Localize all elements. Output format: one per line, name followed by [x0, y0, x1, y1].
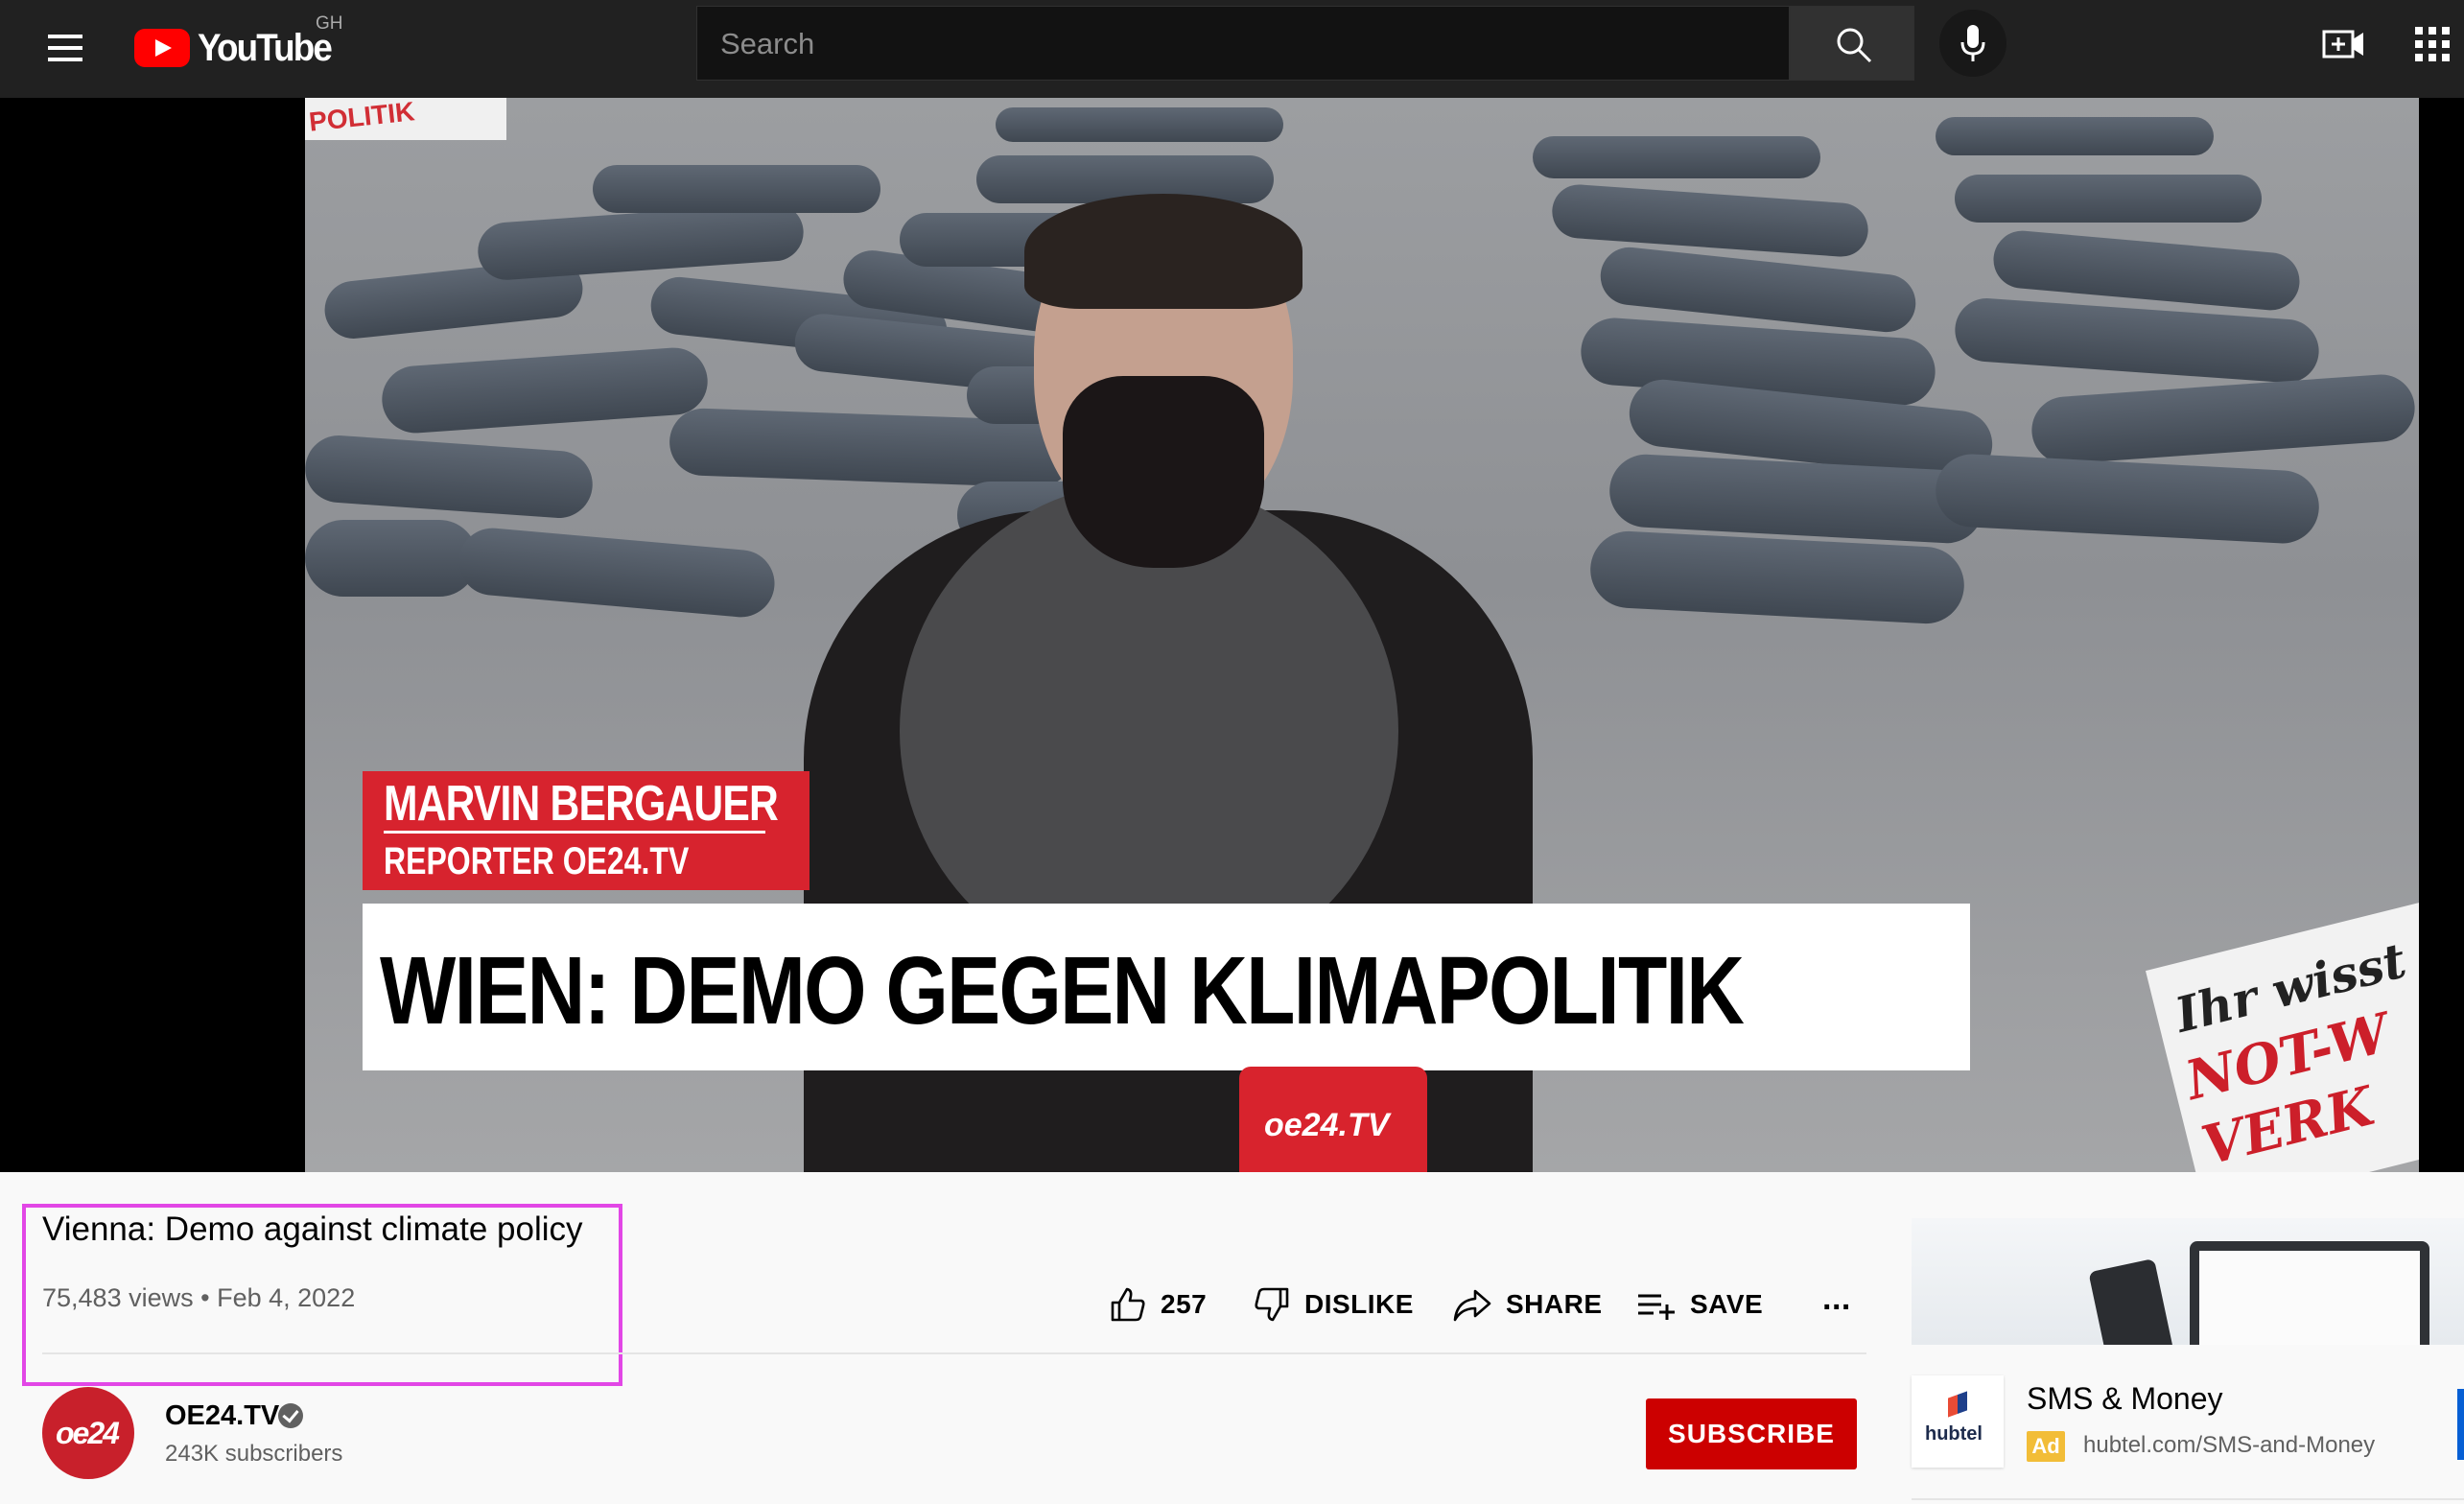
scene-shape	[1550, 182, 1870, 259]
scene-shape	[1533, 136, 1820, 178]
name-divider	[384, 831, 765, 834]
video-player[interactable]: POLITIK MARVIN BERGAUER REPORTER OE24.TV…	[0, 98, 2464, 1172]
region-code: GH	[316, 13, 343, 34]
subscriber-count: 243K subscribers	[165, 1441, 343, 1467]
laptop-screen	[2199, 1251, 2420, 1345]
share-arrow-icon	[1453, 1289, 1491, 1322]
face-mask	[1063, 376, 1264, 568]
thumbs-up-icon	[1111, 1287, 1145, 1322]
dislike-label: DISLIKE	[1304, 1289, 1414, 1319]
scene-shape	[996, 107, 1283, 142]
search-icon	[1837, 28, 1872, 63]
payment-terminal-image	[2088, 1257, 2176, 1345]
voice-search-button[interactable]	[1939, 10, 2006, 77]
ad-divider	[1912, 1498, 2464, 1500]
ad-cta-edge[interactable]	[2457, 1389, 2464, 1460]
create-video-button[interactable]	[2321, 25, 2367, 63]
ad-badge: Ad	[2027, 1431, 2065, 1462]
logo-text: YouTube	[198, 26, 333, 69]
reporter-hair	[1024, 194, 1302, 309]
save-button[interactable]: SAVE	[1636, 1283, 1763, 1326]
masthead: YouTube GH	[0, 0, 2464, 98]
mic-brand: oe24.TV	[1264, 1107, 1390, 1143]
reporter-name: MARVIN BERGAUER	[384, 776, 779, 832]
scene-shape	[456, 525, 778, 621]
protest-sign: Ihr wisst NOT-W VERK	[2146, 901, 2419, 1172]
section-divider	[42, 1352, 1866, 1354]
menu-icon[interactable]	[46, 29, 84, 67]
like-count: 257	[1161, 1289, 1208, 1319]
hubtel-mark-icon	[1948, 1391, 1967, 1418]
scene-shape	[1588, 529, 1966, 626]
scene-shape	[2030, 372, 2417, 466]
scene-shape	[1990, 228, 2303, 313]
scene-shape	[1936, 117, 2214, 155]
video-camera-plus-icon	[2322, 30, 2363, 59]
verified-check-icon	[278, 1403, 303, 1428]
share-label: SHARE	[1506, 1289, 1603, 1319]
playlist-add-icon	[1638, 1294, 1675, 1320]
thumbs-down-icon	[1255, 1287, 1289, 1322]
scene-shape	[1934, 452, 2321, 546]
channel-avatar[interactable]: oe24	[42, 1387, 134, 1479]
subscribe-button[interactable]: SUBSCRIBE	[1646, 1398, 1857, 1469]
search-button[interactable]	[1790, 6, 1914, 81]
more-icon: ...	[1822, 1280, 1851, 1317]
ad-thumbnail[interactable]	[1912, 1218, 2464, 1345]
apps-grid-icon[interactable]	[2415, 27, 2452, 63]
scene-shape	[379, 345, 711, 435]
avatar-text: oe24	[56, 1416, 120, 1450]
scene-shape	[1955, 175, 2262, 223]
play-logo-icon	[134, 29, 190, 67]
advertiser-logo-text: hubtel	[1925, 1423, 1983, 1445]
dislike-button[interactable]: DISLIKE	[1253, 1283, 1414, 1326]
youtube-logo[interactable]: YouTube	[134, 23, 342, 73]
search-input[interactable]	[718, 20, 1758, 68]
protest-banner: POLITIK	[305, 98, 506, 140]
search-box	[696, 6, 1790, 81]
scene-shape	[305, 433, 596, 521]
like-button[interactable]: 257	[1109, 1283, 1207, 1326]
protest-banner-text: POLITIK	[307, 98, 416, 137]
selection-highlight	[22, 1204, 622, 1386]
channel-name[interactable]: OE24.TV	[165, 1400, 279, 1432]
scene-shape	[305, 520, 478, 597]
scene-shape	[593, 165, 880, 213]
save-label: SAVE	[1690, 1289, 1764, 1319]
advertiser-logo[interactable]: hubtel	[1912, 1375, 2004, 1468]
video-frame[interactable]: POLITIK MARVIN BERGAUER REPORTER OE24.TV…	[305, 98, 2419, 1172]
microphone-flag: oe24.TV	[1239, 1067, 1427, 1172]
news-headline: WIEN: DEMO GEGEN KLIMAPOLITIK	[380, 937, 1745, 1045]
ad-url[interactable]: hubtel.com/SMS-and-Money	[2083, 1432, 2375, 1459]
news-headline-bar: WIEN: DEMO GEGEN KLIMAPOLITIK	[363, 904, 1970, 1070]
reporter-role: REPORTER OE24.TV	[384, 840, 690, 882]
scene-shape	[476, 201, 806, 282]
more-actions-button[interactable]: ...	[1809, 1278, 1851, 1320]
reporter-name-card: MARVIN BERGAUER REPORTER OE24.TV	[363, 771, 810, 890]
laptop-image	[2190, 1241, 2429, 1345]
ad-title[interactable]: SMS & Money	[2027, 1381, 2223, 1417]
share-button[interactable]: SHARE	[1452, 1283, 1603, 1326]
microphone-icon	[1960, 25, 1985, 61]
